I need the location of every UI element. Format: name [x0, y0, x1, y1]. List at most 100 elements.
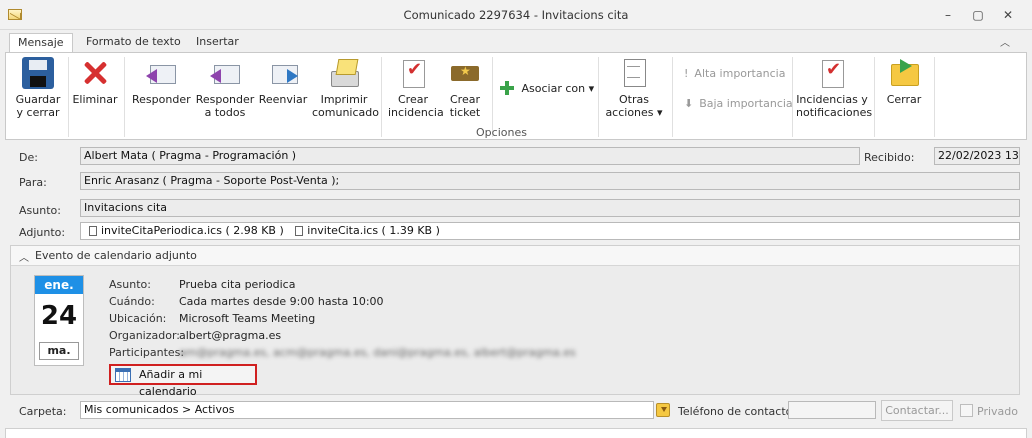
event-participants-label: Participantes:	[109, 346, 185, 359]
delete-icon	[79, 57, 111, 89]
incidents-notifications-button[interactable]: Incidencias y notificaciones	[796, 57, 872, 119]
folder-picker-icon[interactable]	[656, 403, 670, 417]
restore-button[interactable]: ▢	[968, 6, 988, 24]
calendar-day: 24	[40, 301, 78, 331]
ribbon: Guardar y cerrar Eliminar Responder Resp…	[5, 52, 1027, 140]
associate-label: Asociar con	[521, 82, 586, 95]
close-label: Cerrar	[886, 93, 922, 106]
add-to-calendar-button[interactable]: Añadir a mi calendario	[109, 364, 257, 398]
create-incident-button[interactable]: Crear incidencia	[388, 57, 444, 119]
associate-button[interactable]: Asociar con ▾	[500, 80, 594, 98]
minimize-button[interactable]: –	[938, 6, 958, 24]
high-importance-button[interactable]: ! Alta importancia	[684, 65, 785, 83]
ribbon-separator	[492, 57, 493, 137]
ribbon-tabs: Mensaje Formato de texto Insertar ︿	[0, 30, 1032, 53]
event-subject-label: Asunto:	[109, 278, 151, 291]
forward-icon	[267, 57, 299, 89]
options-group-label: Opciones	[476, 126, 527, 139]
reply-icon	[145, 57, 177, 89]
file-icon	[89, 226, 97, 236]
ribbon-separator	[934, 57, 935, 137]
tab-mensaje[interactable]: Mensaje	[9, 33, 73, 53]
event-organizer-value: albert@pragma.es	[179, 329, 282, 342]
attachment-name: inviteCitaPeriodica.ics ( 2.98 KB )	[101, 224, 284, 237]
incident-icon	[397, 57, 429, 89]
create-ticket-button[interactable]: Crear ticket	[442, 57, 488, 119]
forward-label: Reenviar	[258, 93, 308, 106]
ribbon-separator	[792, 57, 793, 137]
other-actions-label-2: acciones ▾	[605, 106, 663, 119]
from-field[interactable]: Albert Mata ( Pragma - Programación )	[80, 147, 860, 165]
folder-field[interactable]: Mis comunicados > Activos	[80, 401, 654, 419]
event-participants-value: am@pragma.es, acm@pragma.es, dani@pragma…	[179, 346, 576, 359]
exclamation-icon: !	[684, 67, 689, 80]
ribbon-separator	[874, 57, 875, 137]
private-checkbox[interactable]	[960, 404, 973, 417]
print-label-2: comunicado	[312, 106, 379, 119]
calendar-icon	[115, 368, 131, 382]
document-icon	[618, 57, 650, 89]
tab-formato-de-texto[interactable]: Formato de texto	[78, 33, 189, 53]
chevron-up-icon[interactable]: ︿	[19, 249, 29, 264]
close-button[interactable]: Cerrar	[880, 57, 928, 106]
title-bar: Comunicado 2297634 - Invitacions cita – …	[0, 0, 1032, 30]
attachment-label: Adjunto:	[19, 226, 66, 239]
event-location-label: Ubicación:	[109, 312, 167, 325]
phone-field[interactable]	[788, 401, 876, 419]
save-icon	[22, 57, 54, 89]
reply-all-label-2: a todos	[204, 106, 246, 119]
contact-button[interactable]: Contactar...	[881, 400, 953, 421]
calendar-event-panel: ︿ Evento de calendario adjunto ene. 24 m…	[10, 245, 1020, 398]
print-icon	[328, 57, 360, 89]
create-ticket-label-2: ticket	[449, 106, 481, 119]
attachments-field: inviteCitaPeriodica.ics ( 2.98 KB ) invi…	[80, 222, 1020, 240]
calendar-date-tile: ene. 24 ma.	[34, 275, 84, 366]
clipboard-check-icon	[816, 57, 848, 89]
delete-label: Eliminar	[72, 93, 118, 106]
to-field[interactable]: Enric Arasanz ( Pragma - Soporte Post-Ve…	[80, 172, 1020, 190]
incidents-label-1: Incidencias y	[796, 93, 868, 106]
reply-label: Responder	[132, 93, 191, 106]
ribbon-separator	[672, 57, 673, 137]
message-body-area[interactable]	[5, 428, 1027, 438]
calendar-month: ene.	[35, 276, 83, 294]
other-actions-button[interactable]: Otras acciones ▾	[602, 57, 666, 119]
event-panel-header[interactable]: ︿ Evento de calendario adjunto	[11, 246, 1019, 266]
close-window-button[interactable]: ✕	[998, 6, 1018, 24]
add-icon	[500, 81, 514, 95]
reply-all-button[interactable]: Responder a todos	[194, 57, 256, 119]
low-importance-label: Baja importancia	[699, 97, 793, 110]
private-label: Privado	[977, 405, 1018, 418]
high-importance-label: Alta importancia	[694, 67, 786, 80]
ribbon-separator	[598, 57, 599, 137]
event-subject-value: Prueba cita periodica	[179, 278, 296, 291]
window-title: Comunicado 2297634 - Invitacions cita	[403, 8, 629, 22]
add-to-calendar-label: Añadir a mi calendario	[139, 368, 203, 398]
incidents-label-2: notificaciones	[796, 106, 873, 119]
event-organizer-label: Organizador:	[109, 329, 181, 342]
forward-button[interactable]: Reenviar	[258, 57, 308, 106]
other-actions-label-1: Otras	[619, 93, 649, 106]
event-when-label: Cuándo:	[109, 295, 155, 308]
collapse-ribbon-icon[interactable]: ︿	[1000, 34, 1010, 49]
delete-button[interactable]: Eliminar	[72, 57, 118, 106]
ribbon-separator	[68, 57, 69, 137]
down-arrow-icon: ⬇	[684, 97, 694, 110]
save-close-button[interactable]: Guardar y cerrar	[14, 57, 62, 119]
file-icon	[295, 226, 304, 236]
reply-button[interactable]: Responder	[132, 57, 191, 106]
attachment-item[interactable]: inviteCita.ics ( 1.39 KB )	[295, 223, 440, 239]
received-field[interactable]: 22/02/2023 13:0	[934, 147, 1020, 165]
subject-field[interactable]: Invitacions cita	[80, 199, 1020, 217]
tab-insertar[interactable]: Insertar	[188, 33, 247, 53]
low-importance-button[interactable]: ⬇ Baja importancia	[684, 95, 793, 113]
from-label: De:	[19, 151, 38, 164]
print-label-1: Imprimir	[320, 93, 368, 106]
ticket-icon	[449, 57, 481, 89]
attachment-item[interactable]: inviteCitaPeriodica.ics ( 2.98 KB )	[89, 223, 284, 239]
subject-label: Asunto:	[19, 204, 61, 217]
create-incident-label-2: incidencia	[388, 106, 444, 119]
print-button[interactable]: Imprimir comunicado	[312, 57, 379, 119]
create-ticket-label-1: Crear	[450, 93, 480, 106]
close-folder-icon	[888, 57, 920, 89]
